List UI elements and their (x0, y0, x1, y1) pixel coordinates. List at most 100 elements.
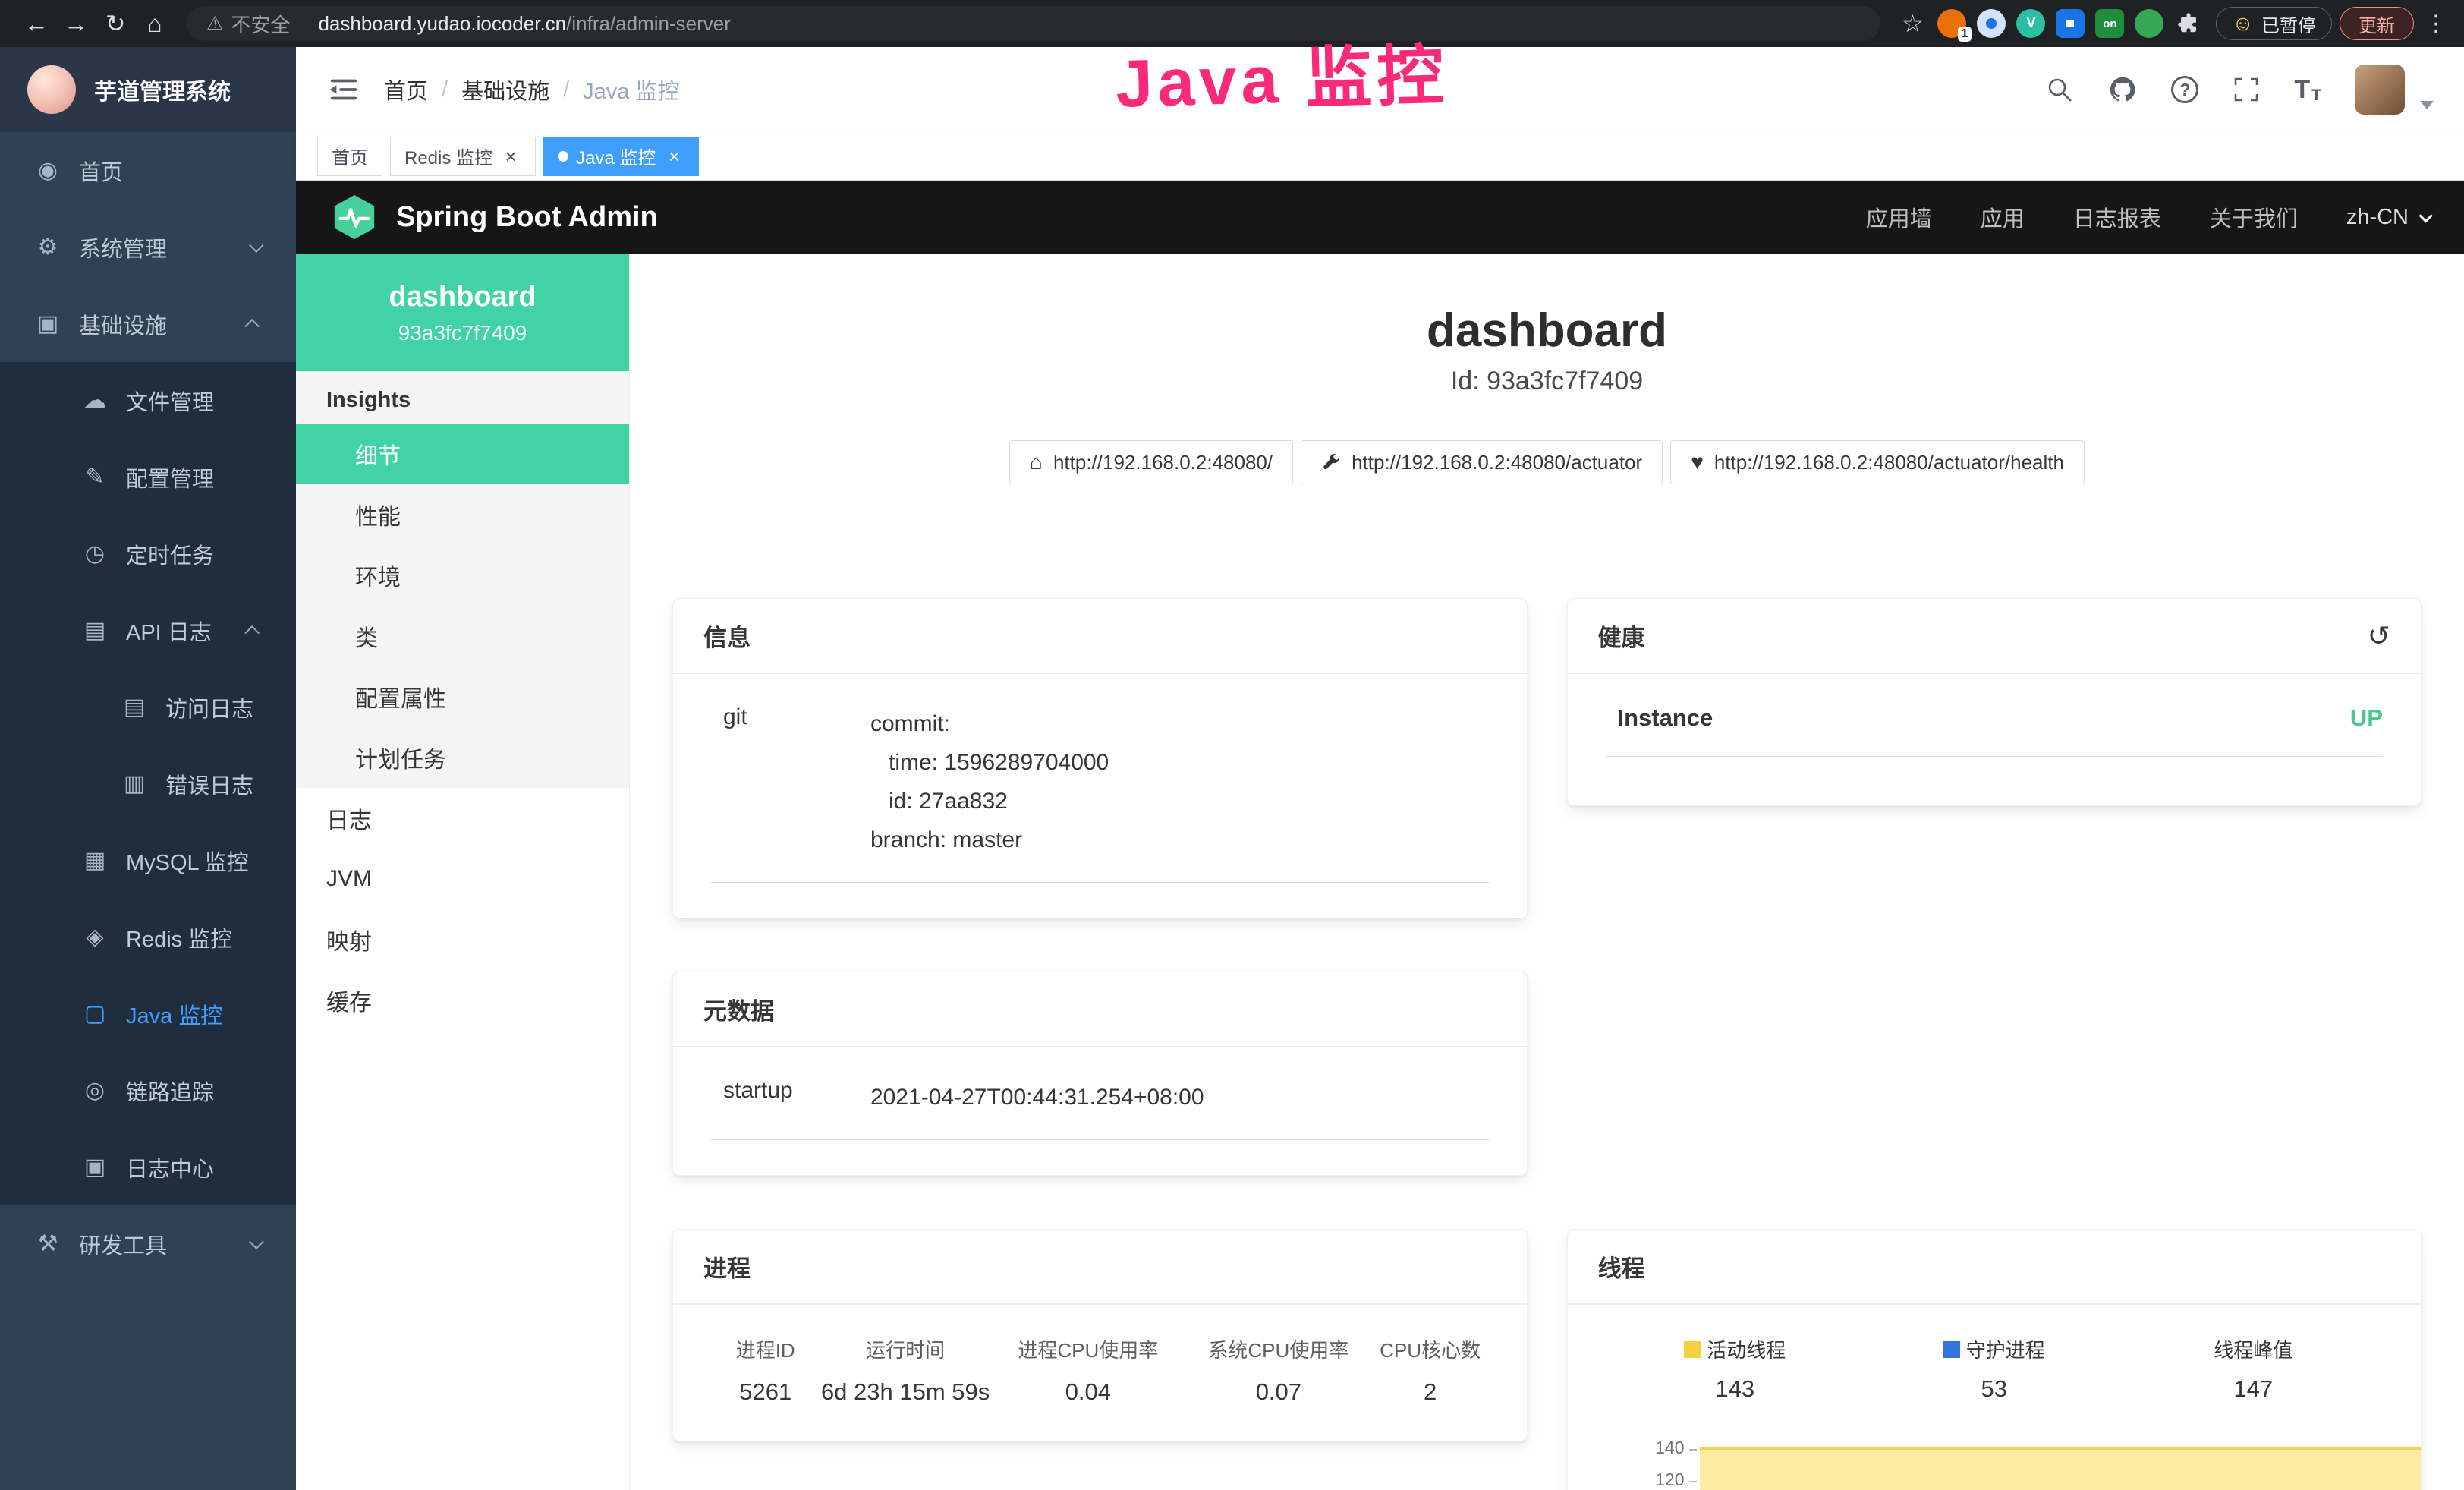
sidebar-item-infrastructure[interactable]: ▣ 基础设施 (0, 285, 296, 362)
fullscreen-icon[interactable] (2232, 75, 2261, 104)
sidebar-item-home[interactable]: ◉ 首页 (0, 132, 296, 209)
metadata-card: 元数据 startup 2021-04-27T00:44:31.254+08:0… (672, 972, 1528, 1176)
search-icon[interactable] (2045, 75, 2074, 104)
mysql-icon: ▦ (80, 847, 109, 874)
instance-health-link[interactable]: ♥ http://192.168.0.2:48080/actuator/heal… (1670, 440, 2085, 484)
home-button[interactable]: ⌂ (135, 4, 175, 43)
app-logo[interactable]: 芋道管理系统 (0, 47, 296, 132)
extension-icon-switch[interactable]: on (2095, 9, 2124, 38)
font-size-small: T (2311, 87, 2321, 105)
sidebar-item-label: Redis 监控 (126, 921, 232, 953)
sba-nav-about[interactable]: 关于我们 (2210, 201, 2298, 233)
extension-icon-grid[interactable] (2056, 9, 2085, 38)
address-bar[interactable]: ⚠ 不安全 dashboard.yudao.iocoder.cn/infra/a… (187, 6, 1880, 41)
extensions-puzzle-icon[interactable] (2174, 9, 2203, 38)
close-icon[interactable]: × (663, 146, 684, 167)
chevron-down-icon (249, 1234, 264, 1249)
extension-icon-leaf[interactable] (2135, 9, 2163, 38)
sba-menu-item-caches[interactable]: 缓存 (296, 970, 629, 1031)
header-actions: ? T T (2045, 65, 2434, 115)
tab-java-monitor[interactable]: Java 监控 × (543, 137, 699, 176)
sba-menu-item-mappings[interactable]: 映射 (296, 909, 629, 970)
tab-redis-monitor[interactable]: Redis 监控 × (390, 137, 536, 176)
threads-chart: 140 120 100 (1606, 1445, 2422, 1490)
breadcrumb-infrastructure[interactable]: 基础设施 (461, 74, 549, 106)
sba-nav-applications[interactable]: 应用 (1981, 201, 2025, 233)
sba-menu-item-performance[interactable]: 性能 (296, 484, 629, 545)
y-axis-tick: 120 (1655, 1470, 1684, 1490)
breadcrumb-separator: / (442, 77, 448, 102)
sidebar-item-label: API 日志 (126, 615, 212, 647)
sba-header: Spring Boot Admin 应用墙 应用 日志报表 关于我们 zh-CN (296, 181, 2464, 254)
sidebar-item-file-mgmt[interactable]: ☁ 文件管理 (0, 362, 296, 439)
sba-menu-item-classes[interactable]: 类 (296, 606, 629, 666)
log-center-icon: ▣ (80, 1154, 109, 1180)
avatar[interactable] (2355, 65, 2405, 115)
sba-nav-wallboard[interactable]: 应用墙 (1866, 201, 1932, 233)
sidebar-item-label: Java 监控 (126, 998, 222, 1030)
extension-icon-orange[interactable]: 1 (1937, 9, 1966, 38)
sidebar-item-mysql-monitor[interactable]: ▦ MySQL 监控 (0, 822, 296, 899)
font-size-icon[interactable]: T T (2294, 75, 2321, 105)
breadcrumb-home[interactable]: 首页 (384, 74, 428, 106)
sba-language-select[interactable]: zh-CN (2346, 205, 2429, 230)
sidebar-item-scheduled-tasks[interactable]: ◷ 定时任务 (0, 515, 296, 592)
page-subtitle: Id: 93a3fc7f7409 (630, 367, 2464, 396)
bookmark-star-icon[interactable]: ☆ (1893, 4, 1932, 43)
help-icon[interactable]: ? (2171, 76, 2198, 103)
process-card-title: 进程 (703, 1249, 751, 1284)
security-warning-label[interactable]: 不安全 (231, 10, 290, 38)
sidebar-item-trace[interactable]: ◎ 链路追踪 (0, 1052, 296, 1129)
info-card-title: 信息 (703, 619, 751, 653)
tab-home[interactable]: 首页 (317, 137, 382, 176)
paused-badge[interactable]: ☺ 已暂停 (2216, 7, 2332, 40)
forward-button[interactable]: → (56, 4, 96, 43)
sba-menu-item-config-props[interactable]: 配置属性 (296, 666, 629, 727)
health-instance-label: Instance (1606, 704, 1713, 732)
back-button[interactable]: ← (17, 4, 56, 43)
process-value: 2 (1372, 1378, 1489, 1406)
error-log-icon: ▥ (120, 770, 149, 797)
extension-icon-vue[interactable]: V (2016, 9, 2045, 38)
info-line: commit: (870, 704, 1109, 743)
extension-icon-pin[interactable] (1977, 9, 2006, 38)
breadcrumb-current: Java 监控 (583, 74, 679, 106)
sidebar-item-error-logs[interactable]: ▥ 错误日志 (0, 745, 296, 822)
smiley-icon: ☺ (2232, 11, 2254, 36)
sidebar-item-java-monitor[interactable]: ▢ Java 监控 (0, 975, 296, 1052)
update-button[interactable]: 更新 (2340, 7, 2414, 40)
sba-menu-item-scheduled-tasks[interactable]: 计划任务 (296, 727, 629, 788)
close-icon[interactable]: × (500, 146, 521, 167)
chevron-up-icon (244, 625, 260, 640)
api-log-icon: ▤ (80, 617, 109, 644)
dashboard-icon: ◉ (33, 157, 62, 184)
sba-menu-item-logs[interactable]: 日志 (296, 788, 629, 849)
info-card: 信息 git commit: time: 1596289704000 (672, 598, 1528, 918)
instance-actuator-link[interactable]: http://192.168.0.2:48080/actuator (1301, 440, 1663, 484)
annotation-java-monitor: Java 监控 (1114, 21, 1449, 126)
sba-menu-item-details[interactable]: 细节 (296, 424, 629, 484)
github-icon[interactable] (2107, 74, 2138, 105)
instance-home-link[interactable]: ⌂ http://192.168.0.2:48080/ (1009, 440, 1293, 484)
legend-value: 143 (1606, 1375, 1865, 1403)
sidebar-item-config-mgmt[interactable]: ✎ 配置管理 (0, 439, 296, 515)
y-axis-tick: 140 (1655, 1438, 1684, 1458)
sidebar-item-api-logs[interactable]: ▤ API 日志 (0, 592, 296, 669)
sidebar-item-system-mgmt[interactable]: ⚙ 系统管理 (0, 209, 296, 285)
threads-card: 线程 活动线程 (1567, 1229, 2422, 1490)
sba-menu-item-jvm[interactable]: JVM (296, 849, 629, 909)
sidebar-item-access-logs[interactable]: ▤ 访问日志 (0, 669, 296, 745)
sidebar-item-dev-tools[interactable]: ⚒ 研发工具 (0, 1205, 296, 1282)
sba-instance-header[interactable]: dashboard 93a3fc7f7409 (296, 254, 629, 371)
edit-icon: ✎ (80, 464, 109, 490)
history-icon[interactable]: ↺ (2368, 622, 2390, 650)
sba-menu-item-environment[interactable]: 环境 (296, 545, 629, 606)
browser-menu-icon[interactable]: ⋮ (2425, 11, 2447, 37)
sidebar-collapse-icon[interactable] (326, 72, 361, 107)
reload-button[interactable]: ↻ (96, 4, 135, 43)
sidebar-item-redis-monitor[interactable]: ◈ Redis 监控 (0, 899, 296, 975)
sba-nav-journal[interactable]: 日志报表 (2073, 201, 2161, 233)
spring-boot-admin-logo (331, 194, 378, 241)
sidebar-item-log-center[interactable]: ▣ 日志中心 (0, 1129, 296, 1205)
logo-avatar (27, 65, 76, 114)
